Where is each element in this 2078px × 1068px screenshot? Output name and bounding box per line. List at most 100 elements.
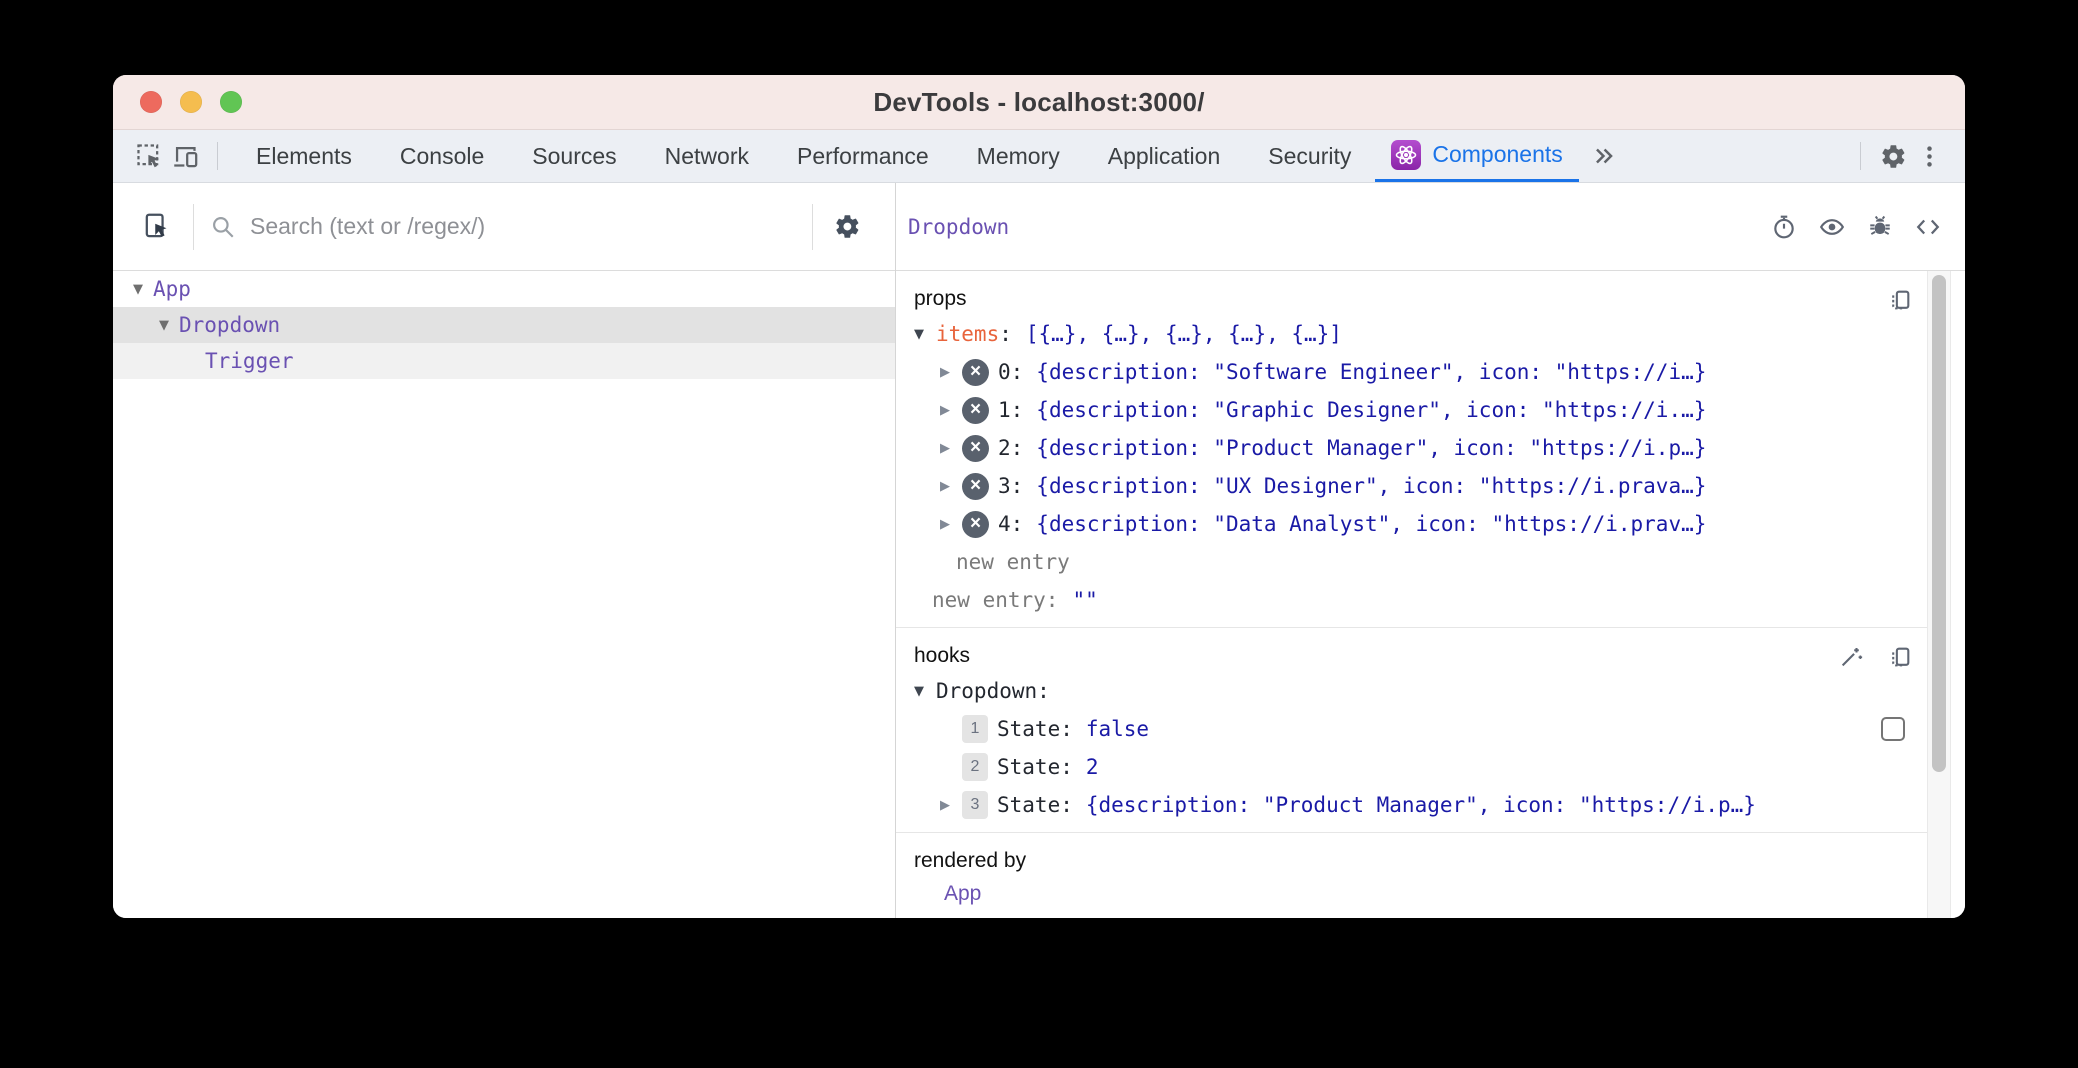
search-box xyxy=(210,213,796,240)
collapse-caret-icon[interactable]: ▼ xyxy=(159,318,179,333)
delete-item-icon[interactable]: × xyxy=(962,511,989,538)
react-logo-icon xyxy=(1391,140,1421,170)
collapse-caret-icon[interactable]: ▼ xyxy=(914,684,936,699)
hook-group-row[interactable]: ▼ Dropdown: xyxy=(914,672,1917,710)
traffic-lights xyxy=(140,75,242,129)
inspected-component-name: Dropdown xyxy=(908,215,1009,239)
tab-security[interactable]: Security xyxy=(1244,130,1375,182)
new-entry-root-row[interactable]: new entry: "" xyxy=(914,581,1917,619)
tree-item-app[interactable]: ▼ App xyxy=(113,271,895,307)
view-source-brackets-icon[interactable] xyxy=(1915,214,1941,240)
delete-item-icon[interactable]: × xyxy=(962,435,989,462)
array-index: 2: xyxy=(998,436,1023,460)
tab-application[interactable]: Application xyxy=(1084,130,1245,182)
tabbar-divider xyxy=(217,142,218,170)
props-section: props ▼ items: [{…}, {…}, {…}, {…}, {…}] xyxy=(896,271,1927,628)
debug-bug-icon[interactable] xyxy=(1867,214,1893,240)
array-index: 4: xyxy=(998,512,1023,536)
tree-item-dropdown[interactable]: ▼ Dropdown xyxy=(113,307,895,343)
scrollbar-thumb[interactable] xyxy=(1932,275,1946,772)
window-title: DevTools - localhost:3000/ xyxy=(873,87,1204,118)
delete-item-icon[interactable]: × xyxy=(962,397,989,424)
tabbar-right-divider xyxy=(1860,142,1861,170)
tab-sources[interactable]: Sources xyxy=(508,130,640,182)
hooks-section: hooks ▼ Dropdown: xyxy=(896,628,1927,833)
close-window-button[interactable] xyxy=(140,91,162,113)
suspend-timer-icon[interactable] xyxy=(1771,214,1797,240)
expand-caret-icon[interactable]: ▶ xyxy=(940,403,962,418)
minimize-window-button[interactable] xyxy=(180,91,202,113)
hook-index-badge: 3 xyxy=(962,791,988,819)
tree-item-trigger[interactable]: Trigger xyxy=(113,343,895,379)
parse-hook-names-wand-icon[interactable] xyxy=(1839,644,1864,669)
tabbar-right-controls xyxy=(1846,130,1965,182)
component-tree: ▼ App ▼ Dropdown Trigger xyxy=(113,271,895,918)
props-items-row[interactable]: ▼ items: [{…}, {…}, {…}, {…}, {…}] xyxy=(914,315,1917,353)
hook-index-badge: 1 xyxy=(962,715,988,743)
device-toolbar-icon[interactable] xyxy=(167,130,203,182)
tree-toolbar xyxy=(113,183,895,271)
boolean-toggle-checkbox[interactable] xyxy=(1881,717,1905,741)
tab-memory[interactable]: Memory xyxy=(953,130,1084,182)
array-item-value[interactable]: {description: "UX Designer", icon: "http… xyxy=(1036,474,1706,498)
devtools-window: DevTools - localhost:3000/ Elements Cons… xyxy=(113,75,1965,918)
array-index: 3: xyxy=(998,474,1023,498)
owner-link-app[interactable]: App xyxy=(944,882,981,906)
collapse-caret-icon[interactable]: ▼ xyxy=(914,327,936,342)
delete-item-icon[interactable]: × xyxy=(962,473,989,500)
array-item-row: ▶ × 4: {description: "Data Analyst", ico… xyxy=(914,505,1917,543)
expand-caret-icon[interactable]: ▶ xyxy=(940,441,962,456)
hook-state-value[interactable]: {description: "Product Manager", icon: "… xyxy=(1086,793,1756,817)
kebab-menu-icon[interactable] xyxy=(1911,130,1947,182)
inspect-element-icon[interactable] xyxy=(131,130,167,182)
hook-state-row: 2 State: 2 xyxy=(914,748,1917,786)
component-tree-panel: ▼ App ▼ Dropdown Trigger xyxy=(113,183,896,918)
array-item-value[interactable]: {description: "Product Manager", icon: "… xyxy=(1036,436,1706,460)
search-icon xyxy=(210,214,236,240)
tab-network[interactable]: Network xyxy=(641,130,773,182)
tab-elements[interactable]: Elements xyxy=(232,130,376,182)
array-item-value[interactable]: {description: "Data Analyst", icon: "htt… xyxy=(1036,512,1706,536)
hook-state-row: ▶ 3 State: {description: "Product Manage… xyxy=(914,786,1917,824)
select-element-icon[interactable] xyxy=(137,213,177,240)
hooks-section-title: hooks xyxy=(914,644,970,668)
copy-hooks-icon[interactable] xyxy=(1888,644,1913,669)
devtools-tabbar: Elements Console Sources Network Perform… xyxy=(113,130,1965,183)
tree-settings-gear-icon[interactable] xyxy=(829,213,865,240)
zoom-window-button[interactable] xyxy=(220,91,242,113)
vertical-scrollbar[interactable] xyxy=(1927,271,1951,918)
toolbar-divider2 xyxy=(812,204,813,250)
array-item-value[interactable]: {description: "Software Engineer", icon:… xyxy=(1036,360,1706,384)
titlebar: DevTools - localhost:3000/ xyxy=(113,75,1965,130)
array-index: 1: xyxy=(998,398,1023,422)
collapse-caret-icon[interactable]: ▼ xyxy=(133,282,153,297)
delete-item-icon[interactable]: × xyxy=(962,359,989,386)
array-item-row: ▶ × 0: {description: "Software Engineer"… xyxy=(914,353,1917,391)
more-tabs-icon[interactable] xyxy=(1579,130,1629,182)
hook-state-value[interactable]: 2 xyxy=(1086,755,1099,779)
array-item-row: ▶ × 2: {description: "Product Manager", … xyxy=(914,429,1917,467)
expand-caret-icon[interactable]: ▶ xyxy=(940,479,962,494)
tab-console[interactable]: Console xyxy=(376,130,508,182)
expand-caret-icon[interactable]: ▶ xyxy=(940,798,962,813)
inspected-header: Dropdown xyxy=(896,183,1965,271)
rendered-by-title: rendered by xyxy=(914,849,1026,873)
hook-state-value[interactable]: false xyxy=(1086,717,1149,741)
settings-gear-icon[interactable] xyxy=(1875,130,1911,182)
expand-caret-icon[interactable]: ▶ xyxy=(940,365,962,380)
search-input[interactable] xyxy=(250,213,796,240)
array-item-value[interactable]: {description: "Graphic Designer", icon: … xyxy=(1036,398,1706,422)
inspected-body: props ▼ items: [{…}, {…}, {…}, {…}, {…}] xyxy=(896,271,1965,918)
props-section-title: props xyxy=(914,287,967,311)
prop-value-preview: [{…}, {…}, {…}, {…}, {…}] xyxy=(1026,322,1342,346)
tab-performance[interactable]: Performance xyxy=(773,130,953,182)
prop-key: items xyxy=(936,322,999,346)
expand-caret-icon[interactable]: ▶ xyxy=(940,517,962,532)
hook-index-badge: 2 xyxy=(962,753,988,781)
copy-props-icon[interactable] xyxy=(1888,287,1913,312)
inspect-dom-eye-icon[interactable] xyxy=(1819,214,1845,240)
array-item-row: ▶ × 1: {description: "Graphic Designer",… xyxy=(914,391,1917,429)
array-index: 0: xyxy=(998,360,1023,384)
tab-components[interactable]: Components xyxy=(1375,130,1578,182)
new-entry-array-row[interactable]: new entry xyxy=(914,543,1917,581)
